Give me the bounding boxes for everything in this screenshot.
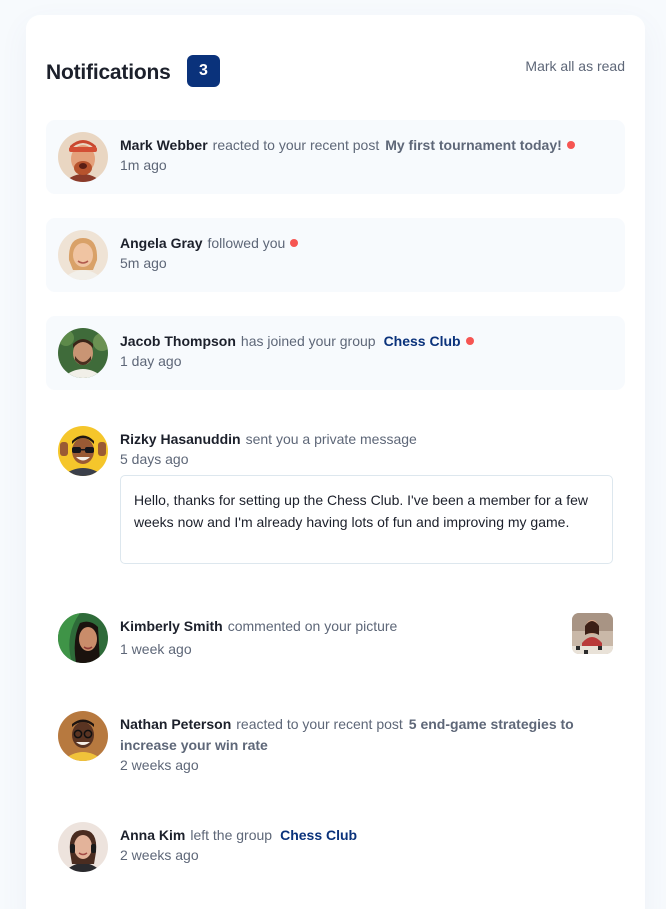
notification-text: Jacob Thompson has joined your group Chess… [120,331,609,352]
notifications-card: Notifications 3 Mark all as read Mark We… [26,15,645,909]
user-name[interactable]: Angela Gray [120,235,202,251]
avatar[interactable] [58,230,108,280]
timestamp: 5m ago [120,255,167,271]
timestamp: 1 day ago [120,353,182,369]
notification-item[interactable]: Angela Gray followed you 5m ago [46,218,625,292]
notification-item[interactable]: Kimberly Smith commented on your picture … [46,601,625,675]
header: Notifications 3 Mark all as read [46,55,625,89]
notification-text: Nathan Peterson reacted to your recent po… [120,714,609,756]
avatar[interactable] [58,822,108,872]
notification-text: Mark Webber reacted to your recent post My… [120,135,609,156]
user-name[interactable]: Kimberly Smith [120,618,223,634]
group-link[interactable]: Chess Club [280,827,357,843]
notification-item[interactable]: Mark Webber reacted to your recent post My… [46,120,625,194]
notification-item[interactable]: Jacob Thompson has joined your group Chess… [46,316,625,390]
post-link[interactable]: My first tournament today! [385,137,562,153]
timestamp: 2 weeks ago [120,757,199,773]
private-message-preview[interactable]: Hello, thanks for setting up the Chess C… [120,475,613,564]
user-name[interactable]: Jacob Thompson [120,333,236,349]
page-title: Notifications [46,61,171,84]
notification-action: followed you [207,235,286,251]
unread-dot [465,337,474,345]
user-name[interactable]: Anna Kim [120,827,185,843]
avatar[interactable] [58,426,108,476]
notification-action: sent you a private message [245,431,417,447]
avatar[interactable] [58,328,108,378]
group-link[interactable]: Chess Club [384,333,461,349]
notification-item[interactable]: Anna Kim left the group Chess Club 2 weeks… [46,810,625,884]
notification-item[interactable]: Nathan Peterson reacted to your recent po… [46,699,625,795]
commented-picture-thumbnail[interactable] [572,613,613,654]
notification-action: left the group [190,827,273,843]
notification-text: Kimberly Smith commented on your picture [120,616,609,637]
notification-text: Rizky Hasanuddin sent you a private messa… [120,429,609,450]
user-name[interactable]: Rizky Hasanuddin [120,431,241,447]
notification-text: Angela Gray followed you [120,233,609,254]
user-name[interactable]: Mark Webber [120,137,208,153]
notification-action: commented on your picture [227,618,398,634]
notification-text: Anna Kim left the group Chess Club [120,825,609,846]
unread-dot [566,141,575,149]
notification-action: has joined your group [240,333,376,349]
notification-action: reacted to your recent post [236,716,403,732]
timestamp: 2 weeks ago [120,847,199,863]
mark-all-as-read-button[interactable]: Mark all as read [525,58,625,74]
timestamp: 1 week ago [120,641,192,657]
avatar[interactable] [58,132,108,182]
avatar[interactable] [58,711,108,761]
notification-item[interactable]: Rizky Hasanuddin sent you a private messa… [46,414,625,574]
avatar[interactable] [58,613,108,663]
timestamp: 1m ago [120,157,167,173]
notification-action: reacted to your recent post [212,137,380,153]
user-name[interactable]: Nathan Peterson [120,716,231,732]
timestamp: 5 days ago [120,451,189,467]
unread-count-badge: 3 [187,55,220,87]
unread-dot [290,239,299,247]
